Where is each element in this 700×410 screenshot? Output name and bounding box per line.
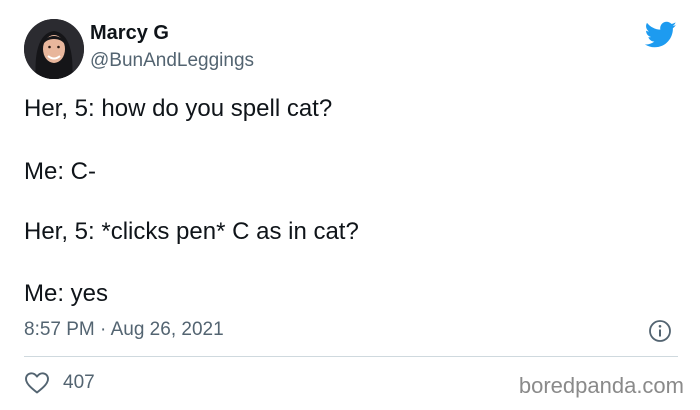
author-display-name[interactable]: Marcy G: [90, 22, 169, 45]
avatar[interactable]: [24, 19, 84, 79]
avatar-photo: [24, 19, 84, 79]
tweet-timestamp[interactable]: 8:57 PM · Aug 26, 2021: [24, 318, 224, 342]
tweet-text-line: Me: yes: [24, 280, 109, 307]
like-count: 407: [63, 372, 95, 393]
watermark: boredpanda.com: [518, 373, 684, 398]
divider: [24, 356, 678, 357]
tweet-text-line: Me: C-: [24, 158, 96, 185]
info-icon[interactable]: [648, 319, 672, 343]
author-handle[interactable]: @BunAndLeggings: [90, 50, 254, 72]
twitter-bird-icon[interactable]: [645, 21, 677, 49]
tweet-text-line: Her, 5: how do you spell cat?: [24, 95, 333, 122]
tweet-text-line: Her, 5: *clicks pen* C as in cat?: [24, 218, 359, 245]
heart-icon[interactable]: [24, 371, 50, 395]
